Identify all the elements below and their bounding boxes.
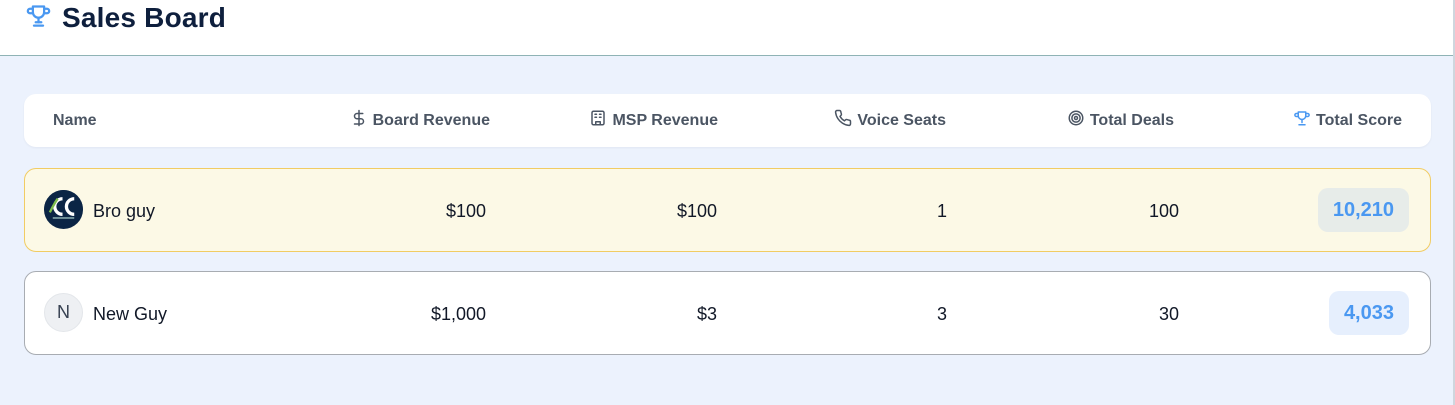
avatar: N	[44, 293, 83, 332]
column-header-name-label: Name	[53, 111, 97, 129]
avatar	[44, 190, 83, 229]
column-header-board-revenue[interactable]: Board Revenue	[350, 94, 490, 147]
page-title: Sales Board	[62, 2, 227, 33]
column-header-board-revenue-label: Board Revenue	[372, 111, 490, 129]
row-voice-seats: 3	[936, 303, 947, 324]
column-header-total-deals-label: Total Deals	[1089, 111, 1174, 129]
row-total-deals: 100	[1148, 200, 1179, 221]
top-bar: Sales Board	[0, 0, 1455, 56]
column-header-total-score[interactable]: Total Score	[1293, 94, 1402, 147]
building-icon	[589, 109, 607, 132]
total-score-badge: 10,210	[1317, 188, 1409, 232]
brand: Sales Board	[25, 0, 226, 36]
column-header-msp-revenue[interactable]: MSP Revenue	[589, 94, 718, 147]
trophy-icon	[1293, 109, 1311, 132]
phone-icon	[834, 109, 852, 132]
column-header-voice-seats[interactable]: Voice Seats	[834, 94, 946, 147]
row-name: New Guy	[93, 303, 168, 324]
target-icon	[1067, 109, 1085, 132]
row-board-revenue: $1,000	[430, 303, 486, 324]
table-row[interactable]: N New Guy $1,000 $3 3 30 4,033	[24, 271, 1431, 355]
company-logo-icon	[44, 190, 83, 229]
column-header-total-score-label: Total Score	[1316, 111, 1402, 129]
dollar-icon	[350, 109, 368, 132]
trophy-icon	[25, 1, 52, 35]
table-header: Name Board Revenue MSP Revenue Voice Sea…	[24, 94, 1431, 147]
column-header-msp-revenue-label: MSP Revenue	[612, 111, 718, 129]
table-row[interactable]: Bro guy $100 $100 1 100 10,210	[24, 168, 1431, 252]
total-score-badge: 4,033	[1328, 291, 1409, 335]
row-name: Bro guy	[93, 200, 156, 221]
column-header-total-deals[interactable]: Total Deals	[1067, 94, 1174, 147]
row-voice-seats: 1	[936, 200, 947, 221]
column-header-voice-seats-label: Voice Seats	[857, 111, 946, 129]
row-msp-revenue: $3	[696, 303, 717, 324]
row-total-deals: 30	[1158, 303, 1179, 324]
column-header-name[interactable]: Name	[53, 94, 97, 147]
row-msp-revenue: $100	[676, 200, 717, 221]
row-board-revenue: $100	[445, 200, 486, 221]
